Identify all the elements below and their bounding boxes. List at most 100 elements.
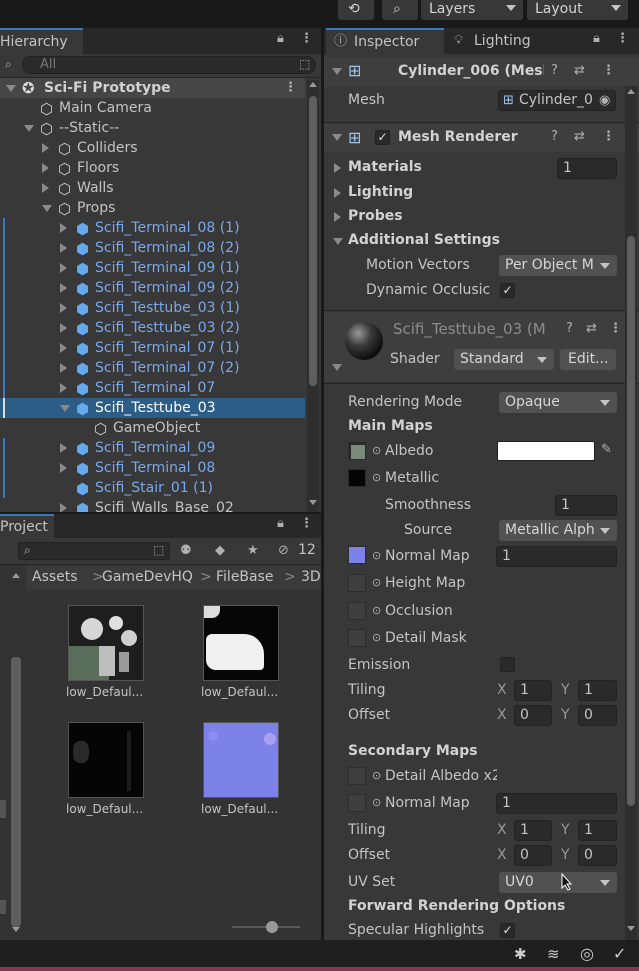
presets-icon[interactable]: ⇄ <box>586 321 597 336</box>
shader-dropdown[interactable]: Standard <box>454 349 554 370</box>
collapse-arrow-icon[interactable] <box>42 205 52 212</box>
texture-picker-icon[interactable]: ⊙ <box>372 444 381 457</box>
secondary-tiling-y-field[interactable]: 1 <box>578 820 617 841</box>
expand-arrow-icon[interactable] <box>60 443 67 453</box>
enabled-checkbox[interactable]: ✓ <box>375 130 390 145</box>
search-button[interactable]: ⌕ <box>382 0 418 20</box>
more-menu-icon[interactable]: ⋮ <box>616 31 629 46</box>
offset-x-field[interactable]: 0 <box>514 705 552 726</box>
hierarchy-item[interactable]: ⬢ Scifi_Walls_Base_02 <box>0 498 305 512</box>
dynamic-occlusion-checkbox[interactable]: ✓ <box>500 283 515 298</box>
inspector-scrollbar[interactable] <box>625 86 637 940</box>
lock-icon[interactable]: 🔒︎ <box>277 31 284 46</box>
source-dropdown[interactable]: Metallic Alph <box>499 520 617 541</box>
specular-highlights-checkbox[interactable]: ✓ <box>500 923 515 938</box>
lock-icon[interactable]: 🔒︎ <box>277 516 284 531</box>
presets-icon[interactable]: ⇄ <box>574 129 585 144</box>
expand-arrow-icon[interactable] <box>60 383 67 393</box>
history-button[interactable]: ⟲ <box>338 0 374 20</box>
project-search[interactable]: ⌕ ⬚ <box>18 542 170 560</box>
hierarchy-item[interactable]: ⬢ Scifi_Testtube_03 (1) <box>0 298 305 318</box>
more-menu-icon[interactable]: ⋮ <box>300 31 313 46</box>
layout-dropdown[interactable]: Layout <box>527 0 628 20</box>
albedo-color-swatch[interactable] <box>497 441 595 461</box>
expand-arrow-icon[interactable] <box>60 323 67 333</box>
collapse-arrow-icon[interactable] <box>333 238 343 245</box>
bug-icon[interactable]: ✱ <box>514 945 527 963</box>
tab-hierarchy[interactable]: Hierarchy <box>0 28 83 54</box>
collapse-arrow-icon[interactable] <box>332 364 342 371</box>
tab-inspector[interactable]: ⓘ Inspector <box>326 28 444 54</box>
expand-arrow-icon[interactable] <box>60 343 67 353</box>
expand-arrow-icon[interactable] <box>334 212 341 222</box>
rendering-mode-dropdown[interactable]: Opaque <box>499 392 617 413</box>
detail-mask-texture-slot[interactable] <box>348 629 366 647</box>
more-menu-icon[interactable]: ⋮ <box>609 321 622 336</box>
expand-arrow-icon[interactable] <box>42 163 49 173</box>
more-menu-icon[interactable]: ⋮ <box>300 516 313 531</box>
hierarchy-search[interactable]: ⌕ All ⬚ <box>5 56 316 74</box>
lock-icon[interactable]: 🔒︎ <box>593 31 600 46</box>
expand-arrow-icon[interactable] <box>60 263 67 273</box>
hierarchy-item[interactable]: ⬢ Scifi_Terminal_08 (1) <box>0 218 305 238</box>
texture-picker-icon[interactable]: ⊙ <box>372 631 381 644</box>
collapse-arrow-icon[interactable] <box>332 68 342 75</box>
filter-by-type-icon[interactable]: ⚉ <box>180 543 192 558</box>
breadcrumb-item[interactable]: Assets <box>32 566 78 588</box>
scroll-down-arrow[interactable] <box>627 926 635 931</box>
more-menu-icon[interactable]: ⋮ <box>602 129 615 144</box>
eyedropper-icon[interactable]: ✎ <box>601 442 612 457</box>
layers-stack-icon[interactable]: ≋ <box>547 945 560 963</box>
collapse-arrow-icon[interactable] <box>60 405 70 412</box>
breadcrumb-item[interactable]: 3D <box>301 566 321 588</box>
materials-count-field[interactable]: 1 <box>557 158 617 179</box>
hierarchy-item[interactable]: ⬢ Scifi_Terminal_07 <box>0 378 305 398</box>
scroll-thumb[interactable] <box>11 657 21 927</box>
expand-arrow-icon[interactable] <box>42 183 49 193</box>
scroll-down-arrow[interactable] <box>12 927 20 932</box>
tab-lighting[interactable]: 💡︎ Lighting <box>446 28 556 54</box>
hierarchy-item[interactable]: ⬢ Scifi_Terminal_08 <box>0 458 305 478</box>
help-icon[interactable]: ? <box>566 321 573 336</box>
secondary-offset-y-field[interactable]: 0 <box>578 845 617 866</box>
expand-arrow-icon[interactable] <box>60 223 67 233</box>
expand-arrow-icon[interactable] <box>60 363 67 373</box>
tab-project[interactable]: Project <box>0 514 54 538</box>
expand-arrow-icon[interactable] <box>60 503 67 512</box>
tiling-y-field[interactable]: 1 <box>578 680 617 701</box>
texture-picker-icon[interactable]: ⊙ <box>372 549 381 562</box>
hierarchy-item[interactable]: ⬡ Main Camera <box>0 98 305 118</box>
lighting-foldout[interactable]: Lighting <box>348 184 413 200</box>
asset-item[interactable]: low_Defaul... <box>66 605 146 715</box>
texture-picker-icon[interactable]: ⊙ <box>372 796 381 809</box>
expand-arrow-icon[interactable] <box>60 283 67 293</box>
scroll-down-arrow[interactable] <box>309 500 317 505</box>
expand-arrow-icon[interactable] <box>334 188 341 198</box>
breadcrumb-item[interactable]: GameDevHQ <box>102 566 193 588</box>
search-options-icon[interactable]: ⬚ <box>299 57 310 71</box>
motion-vectors-dropdown[interactable]: Per Object M <box>499 255 617 276</box>
scroll-thumb[interactable] <box>309 96 317 386</box>
texture-picker-icon[interactable]: ⊙ <box>372 769 381 782</box>
gizmo-icon[interactable]: ◎ <box>580 944 594 963</box>
additional-settings-foldout[interactable]: Additional Settings <box>348 232 500 248</box>
folder-tree-strip[interactable] <box>0 565 26 940</box>
tiling-x-field[interactable]: 1 <box>514 680 552 701</box>
layers-dropdown[interactable]: Layers <box>421 0 523 20</box>
collapse-arrow-icon[interactable] <box>24 125 34 132</box>
check-circle-icon[interactable]: ✓ <box>613 944 626 963</box>
offset-y-field[interactable]: 0 <box>578 705 617 726</box>
expand-arrow-icon[interactable] <box>60 243 67 253</box>
secondary-tiling-x-field[interactable]: 1 <box>514 820 552 841</box>
breadcrumb-item[interactable]: FileBase <box>216 566 274 588</box>
more-menu-icon[interactable]: ⋮ <box>284 78 297 98</box>
help-icon[interactable]: ? <box>551 63 558 78</box>
hierarchy-item[interactable]: ⬢ Scifi_Testtube_03 (2) <box>0 318 305 338</box>
expand-arrow-icon[interactable] <box>42 143 49 153</box>
scroll-up-arrow[interactable] <box>627 89 635 94</box>
hierarchy-item[interactable]: ⬡ --Static-- <box>0 118 305 138</box>
hierarchy-item[interactable]: ⬡ Walls <box>0 178 305 198</box>
materials-foldout[interactable]: Materials <box>348 159 422 175</box>
detail-albedo-texture-slot[interactable] <box>348 767 366 785</box>
hierarchy-item[interactable]: ⬢ Scifi_Terminal_09 (2) <box>0 278 305 298</box>
